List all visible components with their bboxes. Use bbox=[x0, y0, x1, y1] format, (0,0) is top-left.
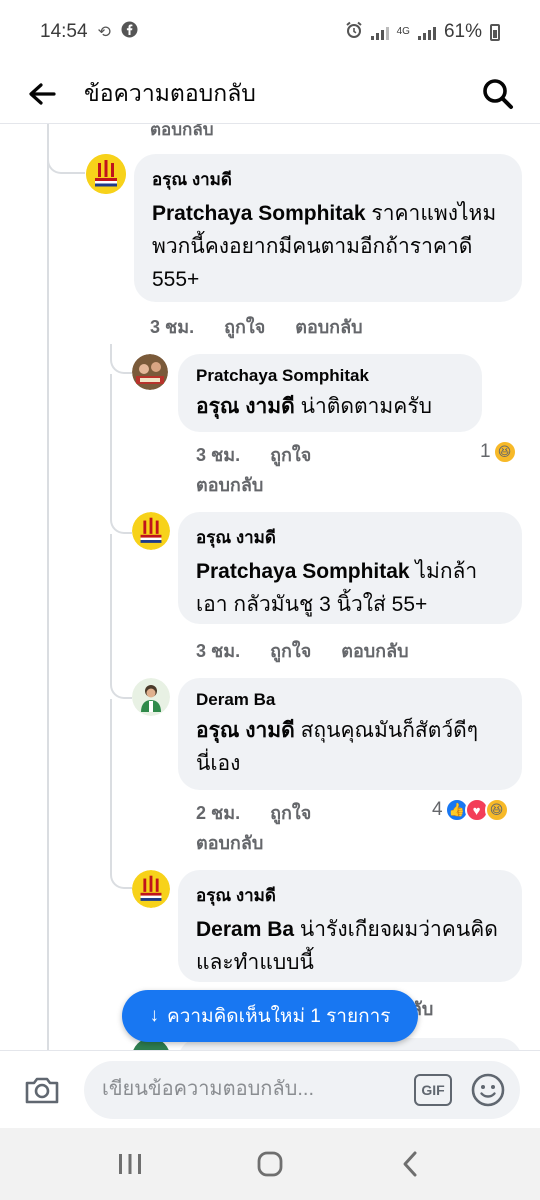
comment-author[interactable]: อรุณ งามดี bbox=[152, 166, 504, 193]
home-icon bbox=[257, 1151, 283, 1177]
haha-reaction-icon: 😆 bbox=[492, 440, 517, 464]
reply-button[interactable]: ตอบกลับ bbox=[196, 828, 263, 857]
reply-button[interactable]: ตอบกลับ bbox=[196, 470, 263, 499]
comment-time: 3 ชม. bbox=[196, 641, 241, 661]
system-navbar bbox=[0, 1128, 540, 1200]
sync-icon: ⟲ bbox=[97, 24, 111, 41]
comment-mention[interactable]: Deram Ba bbox=[196, 918, 294, 941]
comment-text: Pratchaya Somphitak ราคาแพงไหม พวกนี้คงอ… bbox=[152, 197, 504, 296]
reaction-summary[interactable]: 1 😆 bbox=[480, 440, 517, 464]
back-button[interactable] bbox=[0, 64, 84, 124]
reply-input[interactable] bbox=[102, 1078, 414, 1101]
comment-author[interactable]: Deram Ba bbox=[196, 690, 504, 710]
thread-branch bbox=[110, 344, 132, 374]
reaction-count: 1 bbox=[480, 441, 491, 462]
status-left: 14:54 ⟲ bbox=[40, 21, 138, 43]
arrow-down-icon: ↓ bbox=[149, 1005, 160, 1026]
comment-bubble[interactable]: อรุณ งามดี Pratchaya Somphitak ไม่กล้าเอ… bbox=[178, 512, 522, 624]
comment-author[interactable]: อรุณ งามดี bbox=[196, 524, 504, 551]
like-button[interactable]: ถูกใจ bbox=[270, 798, 311, 827]
home-button[interactable] bbox=[230, 1134, 310, 1194]
battery-percent: 61% bbox=[443, 21, 482, 42]
chevron-left-icon bbox=[403, 1151, 417, 1177]
avatar[interactable] bbox=[86, 154, 126, 194]
comment-bubble[interactable]: อรุณ งามดี Pratchaya Somphitak ราคาแพงไห… bbox=[134, 154, 522, 302]
comment-text: อรุณ งามดี น่าติดตามครับ bbox=[196, 390, 464, 423]
reply-input-wrap: GIF bbox=[84, 1060, 520, 1119]
comment-bubble[interactable]: Pratchaya Somphitak อรุณ งามดี น่าติดตาม… bbox=[178, 354, 482, 432]
new-comments-label: ความคิดเห็นใหม่ 1 รายการ bbox=[167, 1006, 391, 1027]
status-right: 4G 61% bbox=[345, 21, 500, 44]
partial-reply-link[interactable]: ตอบกลับ bbox=[150, 124, 214, 143]
comment-mention[interactable]: Pratchaya Somphitak bbox=[196, 560, 410, 583]
arrow-left-icon bbox=[29, 82, 56, 105]
avatar[interactable] bbox=[132, 870, 170, 908]
search-button[interactable] bbox=[456, 64, 540, 124]
reaction-count: 4 bbox=[432, 799, 443, 820]
comment-meta: 3 ชม. ถูกใจ ตอบกลับ bbox=[196, 636, 409, 665]
camera-button[interactable] bbox=[0, 1051, 84, 1129]
emoji-icon bbox=[471, 1073, 505, 1106]
search-icon bbox=[483, 78, 513, 109]
comment-time: 3 ชม. bbox=[150, 317, 195, 337]
like-button[interactable]: ถูกใจ bbox=[224, 312, 265, 341]
header: ข้อความตอบกลับ bbox=[0, 64, 540, 124]
signal-icon bbox=[370, 24, 389, 40]
recent-apps-button[interactable] bbox=[90, 1134, 170, 1194]
thread-branch bbox=[110, 534, 132, 699]
comment-bubble[interactable]: อรุณ งามดี Deram Ba น่ารังเกียจผมว่าคนคิ… bbox=[178, 870, 522, 982]
comment-author[interactable]: อรุณ งามดี bbox=[196, 882, 504, 909]
comment-text: Deram Ba น่ารังเกียจผมว่าคนคิดและทำแบบนี… bbox=[196, 913, 504, 979]
comment-thread[interactable]: ตอบกลับ อรุณ งามดี Pratchaya Somphitak ร… bbox=[0, 124, 540, 1050]
comment-meta: 3 ชม. ถูกใจ ตอบกลับ bbox=[150, 312, 363, 341]
battery-icon bbox=[490, 23, 500, 41]
facebook-notification-icon bbox=[121, 21, 138, 43]
comment-author[interactable]: Pratchaya Somphitak bbox=[196, 366, 464, 386]
emoji-button[interactable] bbox=[470, 1072, 506, 1108]
like-button[interactable]: ถูกใจ bbox=[270, 636, 311, 665]
comment-text: Pratchaya Somphitak ไม่กล้าเอา กลัวมันชู… bbox=[196, 555, 504, 621]
avatar[interactable] bbox=[132, 512, 170, 550]
network-type: 4G bbox=[396, 26, 410, 37]
thread-line bbox=[47, 124, 49, 1050]
comment-mention[interactable]: อรุณ งามดี bbox=[196, 719, 295, 742]
thread-branch bbox=[110, 699, 132, 889]
avatar[interactable] bbox=[132, 678, 170, 716]
avatar[interactable] bbox=[132, 354, 168, 390]
comment-time: 3 ชม. bbox=[196, 445, 241, 465]
reply-button[interactable]: ตอบกลับ bbox=[341, 636, 408, 665]
comment-mention[interactable]: อรุณ งามดี bbox=[196, 395, 295, 418]
reply-composer: GIF bbox=[0, 1050, 540, 1128]
reaction-summary[interactable]: 4 👍 ♥ 😆 bbox=[432, 798, 509, 822]
reply-button[interactable]: ตอบกลับ bbox=[295, 312, 362, 341]
alarm-icon bbox=[345, 21, 363, 44]
new-comments-button[interactable]: ↓ ความคิดเห็นใหม่ 1 รายการ bbox=[122, 990, 418, 1042]
camera-icon bbox=[25, 1077, 59, 1103]
like-button[interactable]: ถูกใจ bbox=[270, 440, 311, 469]
thread-branch bbox=[110, 374, 132, 534]
status-time: 14:54 bbox=[40, 21, 88, 42]
comment-meta: 2 ชม. ถูกใจ bbox=[196, 798, 311, 827]
comment-time: 2 ชม. bbox=[196, 803, 241, 823]
comment-meta: 3 ชม. ถูกใจ bbox=[196, 440, 311, 469]
comment-text: อรุณ งามดี สถุนคุณมันก็สัตว์ดีๆนี่เอง bbox=[196, 714, 504, 780]
recent-apps-icon bbox=[119, 1154, 141, 1174]
page-title: ข้อความตอบกลับ bbox=[84, 79, 256, 106]
comment-mention[interactable]: Pratchaya Somphitak bbox=[152, 202, 366, 225]
gif-button[interactable]: GIF bbox=[414, 1073, 452, 1106]
thread-branch bbox=[47, 144, 85, 174]
back-nav-button[interactable] bbox=[370, 1134, 450, 1194]
haha-reaction-icon: 😆 bbox=[484, 798, 509, 822]
status-bar: 14:54 ⟲ 4G 61% bbox=[0, 0, 540, 64]
comment-bubble[interactable]: Deram Ba อรุณ งามดี สถุนคุณมันก็สัตว์ดีๆ… bbox=[178, 678, 522, 790]
signal-icon-2 bbox=[417, 24, 436, 40]
comment-body: น่าติดตามครับ bbox=[294, 395, 432, 418]
